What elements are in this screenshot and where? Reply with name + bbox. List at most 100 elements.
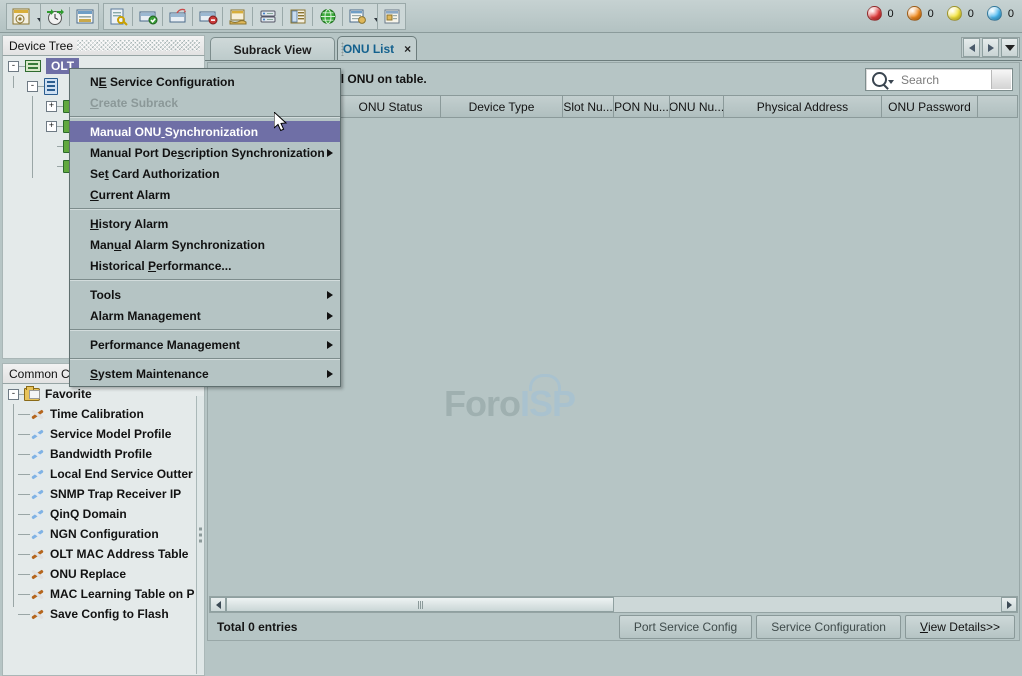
tree-toggle-card[interactable]: + [46, 101, 57, 112]
list-item-label: SNMP Trap Receiver IP [50, 487, 181, 501]
table-column-header[interactable]: PON Nu... [614, 95, 670, 118]
list-item[interactable]: QinQ Domain [3, 504, 204, 524]
menu-separator [70, 208, 340, 210]
list-item-label: Service Model Profile [50, 427, 171, 441]
table-column-header[interactable]: Slot Nu... [563, 95, 614, 118]
toolbar-separator [312, 7, 313, 26]
list-item[interactable]: ONU Replace [3, 564, 204, 584]
view-details-button[interactable]: View Details>> [905, 615, 1015, 639]
topology-view-icon[interactable] [7, 4, 34, 29]
context-menu[interactable]: NE Service ConfigurationCreate Subrack Ma… [69, 68, 341, 387]
menu-item-current-alarm[interactable]: Current Alarm [70, 184, 340, 205]
application-window: 0000 Device Tree - OLT - [0, 0, 1022, 643]
menu-item-label: Manual Alarm Synchronization [90, 238, 265, 252]
ne-delete-icon[interactable] [194, 4, 221, 29]
tree-toggle-favorite[interactable]: - [8, 389, 19, 400]
alarm-led-minor[interactable] [947, 6, 962, 21]
dock-splitter-bottom[interactable] [196, 396, 205, 674]
scroll-left-icon[interactable] [210, 597, 226, 612]
table-column-header[interactable]: ONU Password [882, 95, 978, 118]
tree-toggle-card[interactable]: + [46, 121, 57, 132]
menu-item-create-subrack[interactable]: Create Subrack [70, 92, 340, 113]
menu-item-label: Historical Performance... [90, 259, 231, 273]
database-icon[interactable] [284, 4, 311, 29]
menu-item-manual-alarm-synchronization[interactable]: Manual Alarm Synchronization [70, 234, 340, 255]
prev-tab-icon[interactable] [963, 38, 980, 57]
menu-item-history-alarm[interactable]: History Alarm [70, 213, 340, 234]
wrench-blue-icon [30, 467, 45, 481]
list-item[interactable]: Save Config to Flash [3, 604, 204, 624]
menu-item-historical-performance[interactable]: Historical Performance... [70, 255, 340, 276]
tab-subrack-view[interactable]: Subrack View [210, 37, 335, 61]
tab-list-icon[interactable] [1001, 38, 1018, 57]
tree-connector [18, 554, 30, 555]
alarm-led-critical[interactable] [867, 6, 882, 21]
list-item[interactable]: Service Model Profile [3, 424, 204, 444]
table-column-header[interactable] [978, 95, 1018, 118]
alarm-led-warning[interactable] [987, 6, 1002, 21]
menu-item-tools[interactable]: Tools [70, 284, 340, 305]
submenu-arrow-icon [327, 341, 333, 349]
toolbar-separator [192, 7, 193, 26]
list-item[interactable]: Bandwidth Profile [3, 444, 204, 464]
port-service-config-button[interactable]: Port Service Config [619, 615, 752, 639]
menu-item-manual-port-description-synchronization[interactable]: Manual Port Description Synchronization [70, 142, 340, 163]
tab-grip [341, 42, 344, 56]
search-input[interactable]: Search [865, 68, 1013, 91]
clock-sync-icon[interactable] [41, 4, 68, 29]
panel-drag-grip[interactable] [77, 40, 200, 51]
menu-item-system-maintenance[interactable]: System Maintenance [70, 363, 340, 384]
list-item[interactable]: Local End Service Outter [3, 464, 204, 484]
scrollbar-thumb[interactable] [226, 597, 614, 612]
server-icon[interactable] [254, 4, 281, 29]
menu-item-set-card-authorization[interactable]: Set Card Authorization [70, 163, 340, 184]
search-placeholder: Search [901, 73, 939, 87]
menu-item-ne-service-configuration[interactable]: NE Service Configuration [70, 71, 340, 92]
submenu-arrow-icon [327, 312, 333, 320]
list-item-label: NGN Configuration [50, 527, 159, 541]
network-globe-icon[interactable] [314, 4, 341, 29]
tree-toggle-olt[interactable]: - [8, 61, 19, 72]
common-command-body: - Favorite Time Calibration Service Model… [2, 384, 205, 676]
tree-toggle-shelf[interactable]: - [27, 81, 38, 92]
card-list-icon[interactable] [71, 4, 98, 29]
tab-close-icon[interactable]: × [404, 42, 411, 56]
alarm-led-major[interactable] [907, 6, 922, 21]
list-item[interactable]: MAC Learning Table on P [3, 584, 204, 604]
table-column-header[interactable]: ONU Status [341, 95, 441, 118]
list-item[interactable]: Time Calibration [3, 404, 204, 424]
list-item-label: Save Config to Flash [50, 607, 169, 621]
search-dropdown-icon[interactable] [888, 80, 894, 84]
ne-add-icon[interactable] [134, 4, 161, 29]
tree-connector [18, 474, 30, 475]
toolbar-separator [132, 7, 133, 26]
list-item-label: QinQ Domain [50, 507, 127, 521]
list-item[interactable]: OLT MAC Address Table [3, 544, 204, 564]
scrollbar-track[interactable] [226, 597, 1001, 612]
menu-item-manual-onu-synchronization[interactable]: Manual ONU Synchronization [70, 121, 340, 142]
tab-strip: Subrack View ONU List × [205, 33, 1022, 61]
report-icon[interactable] [344, 4, 371, 29]
menu-item-alarm-management[interactable]: Alarm Management [70, 305, 340, 326]
menu-separator [70, 358, 340, 360]
table-column-header[interactable]: Physical Address [724, 95, 882, 118]
next-tab-icon[interactable] [982, 38, 999, 57]
tab-onu-list[interactable]: ONU List × [337, 36, 417, 61]
scroll-right-icon[interactable] [1001, 597, 1017, 612]
table-column-header[interactable]: ONU Nu... [670, 95, 724, 118]
list-item-label: Bandwidth Profile [50, 447, 152, 461]
ne-discovery-icon[interactable] [164, 4, 191, 29]
tree-node-favorite[interactable]: - Favorite [3, 384, 204, 404]
ne-config-icon[interactable] [224, 4, 251, 29]
window-icon[interactable] [378, 4, 405, 29]
security-key-icon[interactable] [104, 4, 131, 29]
list-item[interactable]: NGN Configuration [3, 524, 204, 544]
table-column-header[interactable]: Device Type [441, 95, 563, 118]
menu-item-performance-management[interactable]: Performance Management [70, 334, 340, 355]
toolbar-separator [342, 7, 343, 26]
toolbar-separator [282, 7, 283, 26]
menu-item-label: Current Alarm [90, 188, 170, 202]
service-configuration-button[interactable]: Service Configuration [756, 615, 901, 639]
horizontal-scrollbar[interactable] [209, 596, 1018, 613]
list-item[interactable]: SNMP Trap Receiver IP [3, 484, 204, 504]
